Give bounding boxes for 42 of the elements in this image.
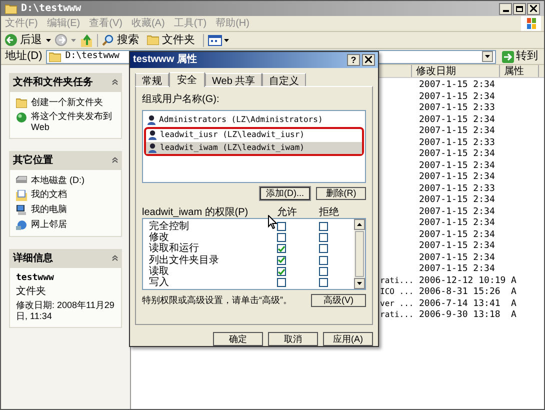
file-date: 2007-1-15 2:34 bbox=[419, 126, 495, 136]
file-date: 2007-1-15 2:34 bbox=[419, 149, 495, 159]
file-date: 2007-1-15 2:34 bbox=[419, 92, 495, 102]
advanced-hint: 特别权限或高级设置，请单击“高级”。 bbox=[142, 294, 293, 307]
file-date: 2006-12-12 10:19 bbox=[419, 276, 506, 286]
permission-name: 读取 bbox=[149, 266, 169, 278]
file-date: 2007-1-15 2:33 bbox=[419, 138, 495, 148]
detail-modified: 修改日期: 2008年11月29日, 11:34 bbox=[16, 300, 115, 322]
window-title: D:\testwww bbox=[21, 2, 82, 16]
file-date: 2006-8-31 15:26 bbox=[419, 287, 500, 297]
permission-name: 写入 bbox=[149, 277, 169, 288]
file-attributes: A bbox=[511, 276, 516, 286]
file-date: 2007-1-15 2:34 bbox=[419, 241, 495, 251]
file-attributes: A bbox=[511, 287, 516, 297]
dialog-title: testwww 属性 bbox=[133, 52, 197, 68]
file-date: 2007-1-15 2:34 bbox=[419, 252, 495, 262]
file-date: 2007-1-15 2:33 bbox=[419, 184, 495, 194]
file-attributes: A bbox=[511, 310, 516, 320]
file-date: 2007-1-15 2:34 bbox=[419, 80, 495, 90]
file-date: 2007-1-15 2:34 bbox=[419, 206, 495, 216]
file-attributes: A bbox=[511, 298, 516, 308]
file-date: 2007-1-15 2:34 bbox=[419, 114, 495, 124]
file-date: 2007-1-15 2:34 bbox=[419, 218, 495, 228]
detail-type: 文件夹 bbox=[16, 286, 47, 297]
permission-name: 完全控制 bbox=[149, 220, 189, 232]
permission-name: 修改 bbox=[149, 232, 169, 244]
file-date: 2007-1-15 2:34 bbox=[419, 195, 495, 205]
file-date: 2007-1-15 2:34 bbox=[419, 230, 495, 240]
permissions-label: leadwit_iwam 的权限(P) bbox=[142, 206, 250, 218]
detail-name: testwww bbox=[16, 273, 55, 283]
file-date: 2007-1-15 2:34 bbox=[419, 172, 495, 182]
deny-header: 拒绝 bbox=[319, 206, 339, 218]
allow-header: 允许 bbox=[277, 206, 298, 218]
address-label: 地址(D) bbox=[5, 49, 42, 64]
file-date: 2007-1-15 2:34 bbox=[419, 160, 495, 170]
permission-name: 读取和运行 bbox=[149, 243, 199, 254]
file-date: 2006-7-14 13:41 bbox=[419, 298, 500, 308]
users-label: 组或用户名称(G): bbox=[142, 92, 220, 107]
file-date: 2007-1-15 2:33 bbox=[419, 103, 495, 113]
file-date: 2006-9-30 13:18 bbox=[419, 310, 500, 320]
permission-name: 列出文件夹目录 bbox=[149, 254, 219, 266]
file-date: 2007-1-15 2:34 bbox=[419, 264, 495, 274]
